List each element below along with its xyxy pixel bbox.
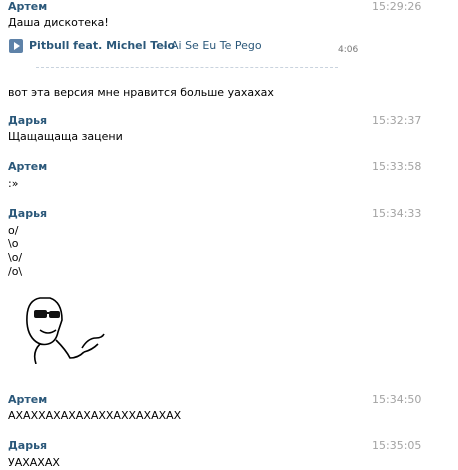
message-time: 15:34:33 (372, 207, 422, 220)
message-time: 15:33:58 (372, 160, 422, 173)
author-name[interactable]: Дарья (8, 207, 47, 220)
play-icon[interactable] (9, 39, 23, 53)
message-text: АХАХХАХАХАХАХХАХХАХАХАХ (8, 409, 182, 422)
message-text: вот эта версия мне нравится больше уахах… (8, 86, 274, 99)
audio-title: – Ai Se Eu Te Pego (162, 39, 262, 52)
audio-progress-line[interactable] (36, 67, 338, 68)
message-line: \o (8, 237, 19, 250)
audio-duration: 4:06 (338, 45, 359, 55)
author-name[interactable]: Дарья (8, 439, 47, 452)
author-name[interactable]: Дарья (8, 114, 47, 127)
message-time: 15:32:37 (372, 114, 422, 127)
meme-sticker-image (26, 297, 105, 364)
message-line: /o\ (8, 265, 23, 278)
author-name[interactable]: Артем (8, 0, 47, 13)
author-name[interactable]: Артем (8, 393, 47, 406)
author-name[interactable]: Артем (8, 160, 47, 173)
message-text: УАХАХАХ (8, 456, 60, 469)
message-line: o/ (8, 224, 19, 237)
message-text: :» (8, 177, 19, 190)
audio-artist[interactable]: Pitbull feat. Michel Telo (29, 39, 175, 52)
message-time: 15:29:26 (372, 0, 422, 13)
message-line: \o/ (8, 251, 23, 264)
message-text: Щащащаща зацени (8, 130, 123, 143)
message-time: 15:35:05 (372, 439, 422, 452)
message-text: Даша дискотека! (8, 16, 109, 29)
message-time: 15:34:50 (372, 393, 422, 406)
